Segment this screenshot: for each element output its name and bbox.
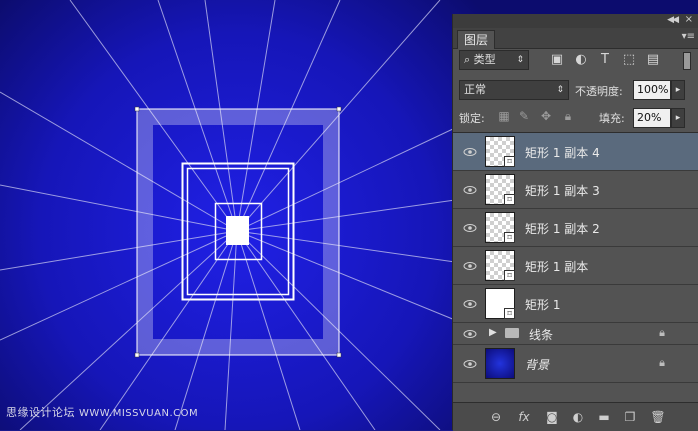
rect-1-shape [226, 216, 249, 245]
chevron-updown-icon: ⇕ [516, 55, 524, 65]
lock-all-icon[interactable]: 🔒︎ [561, 108, 575, 124]
shape-filter-icon[interactable]: ⬚ [621, 52, 637, 68]
mask-icon[interactable]: ◙ [543, 409, 561, 425]
layer-name: 矩形 1 [525, 298, 561, 312]
chevron-right-icon[interactable]: ▸ [671, 80, 685, 100]
transform-handle[interactable] [134, 352, 140, 358]
chevron-right-icon[interactable]: ▸ [671, 108, 685, 128]
chevron-updown-icon: ⇕ [556, 85, 564, 95]
eye-icon[interactable] [463, 297, 477, 311]
filter-kind-select[interactable]: ⌕ 类型 ⇕ [459, 50, 529, 70]
link-icon[interactable]: ⊖ [487, 409, 505, 425]
fx-icon[interactable]: fx [515, 409, 533, 425]
lock-move-icon[interactable]: ✥ [539, 108, 553, 124]
lock-transparent-icon[interactable]: ▦ [497, 108, 511, 124]
layer-thumbnail: ⌑ [485, 250, 515, 281]
layer-row[interactable]: ⌑ 矩形 1 副本 [453, 247, 698, 285]
eye-icon[interactable] [463, 145, 477, 159]
eye-icon[interactable] [463, 327, 477, 341]
close-icon[interactable]: × [685, 14, 693, 25]
layers-bottom-bar: ⊖ fx ◙ ◐ ▬ ❐ 🗑︎ [453, 402, 698, 431]
trash-icon[interactable]: 🗑︎ [649, 409, 667, 425]
layer-row[interactable]: ⌑ 矩形 1 副本 3 [453, 171, 698, 209]
layer-name: 矩形 1 副本 [525, 260, 589, 274]
layers-list: ⌑ 矩形 1 副本 4 ⌑ 矩形 1 副本 3 ⌑ 矩形 1 副本 2 ⌑ 矩形… [453, 132, 698, 403]
transform-handle[interactable] [134, 106, 140, 112]
watermark-site: WWW.MISSVUAN.COM [79, 408, 199, 419]
layer-name: 矩形 1 副本 3 [525, 184, 600, 198]
new-layer-icon[interactable]: ❐ [621, 409, 639, 425]
lock-paint-icon[interactable]: ✎ [517, 108, 531, 124]
panel-titlebar: ◀◀ × [453, 14, 698, 28]
eye-icon[interactable] [463, 221, 477, 235]
folder-icon [505, 328, 519, 338]
shape-layer-icon: ⌑ [504, 308, 515, 319]
fill-label: 填充: [599, 112, 625, 125]
watermark-text: 思缘设计论坛 [6, 406, 75, 419]
layer-thumbnail: ⌑ [485, 136, 515, 167]
layer-row[interactable]: ⌑ 矩形 1 [453, 285, 698, 323]
lock-icon: 🔒︎ [659, 326, 665, 339]
collapse-panel-icon[interactable]: ◀◀ [667, 15, 679, 25]
layer-name: 矩形 1 副本 2 [525, 222, 600, 236]
blend-mode-select[interactable]: 正常 ⇕ [459, 80, 569, 100]
adjustment-filter-icon[interactable]: ◐ [573, 52, 589, 68]
lock-icon: 🔒︎ [659, 356, 665, 369]
filter-toggle[interactable] [683, 52, 691, 70]
layer-row[interactable]: ⌑ 矩形 1 副本 4 [453, 133, 698, 171]
layer-group-row[interactable]: ▶ 线条 🔒︎ [453, 323, 698, 345]
layer-row[interactable]: 背景 🔒︎ [453, 345, 698, 383]
layer-thumbnail: ⌑ [485, 288, 515, 319]
filter-kind-label: 类型 [473, 53, 496, 66]
lock-label: 锁定: [459, 112, 485, 125]
layer-name: 矩形 1 副本 4 [525, 146, 600, 160]
expand-arrow-icon[interactable]: ▶ [489, 327, 497, 338]
transform-handle[interactable] [336, 106, 342, 112]
eye-icon[interactable] [463, 259, 477, 273]
smart-object-filter-icon[interactable]: ▤ [645, 52, 661, 68]
layer-thumbnail: ⌑ [485, 174, 515, 205]
shape-layer-icon: ⌑ [504, 156, 515, 167]
layer-row[interactable]: ⌑ 矩形 1 副本 2 [453, 209, 698, 247]
shape-layer-icon: ⌑ [504, 270, 515, 281]
shape-layer-icon: ⌑ [504, 194, 515, 205]
layers-panel: ◀◀ × 图层 ▾≡ ⌕ 类型 ⇕ ▣ ◐ T ⬚ ▤ 正常 ⇕ 不透明度: 1… [452, 14, 698, 431]
shape-layer-icon: ⌑ [504, 232, 515, 243]
tab-layers[interactable]: 图层 [457, 30, 496, 49]
opacity-label: 不透明度: [575, 85, 623, 98]
type-filter-icon[interactable]: T [597, 52, 613, 68]
image-filter-icon[interactable]: ▣ [549, 52, 565, 68]
new-group-icon[interactable]: ▬ [595, 409, 613, 425]
layer-name: 背景 [525, 358, 550, 372]
layer-name: 线条 [529, 328, 554, 342]
panel-menu-icon[interactable]: ▾≡ [682, 31, 695, 42]
watermark: 思缘设计论坛 WWW.MISSVUAN.COM [6, 404, 198, 420]
eye-icon[interactable] [463, 183, 477, 197]
eye-icon[interactable] [463, 357, 477, 371]
panel-tab-row: 图层 ▾≡ [453, 28, 698, 49]
blend-mode-label: 正常 [464, 83, 486, 96]
opacity-input[interactable]: 100% [633, 80, 671, 100]
transform-handle[interactable] [336, 352, 342, 358]
adjustment-icon[interactable]: ◐ [569, 409, 587, 425]
search-icon: ⌕ [464, 53, 474, 66]
fill-input[interactable]: 20% [633, 108, 671, 128]
layer-thumbnail: ⌑ [485, 212, 515, 243]
layer-thumbnail [485, 348, 515, 379]
